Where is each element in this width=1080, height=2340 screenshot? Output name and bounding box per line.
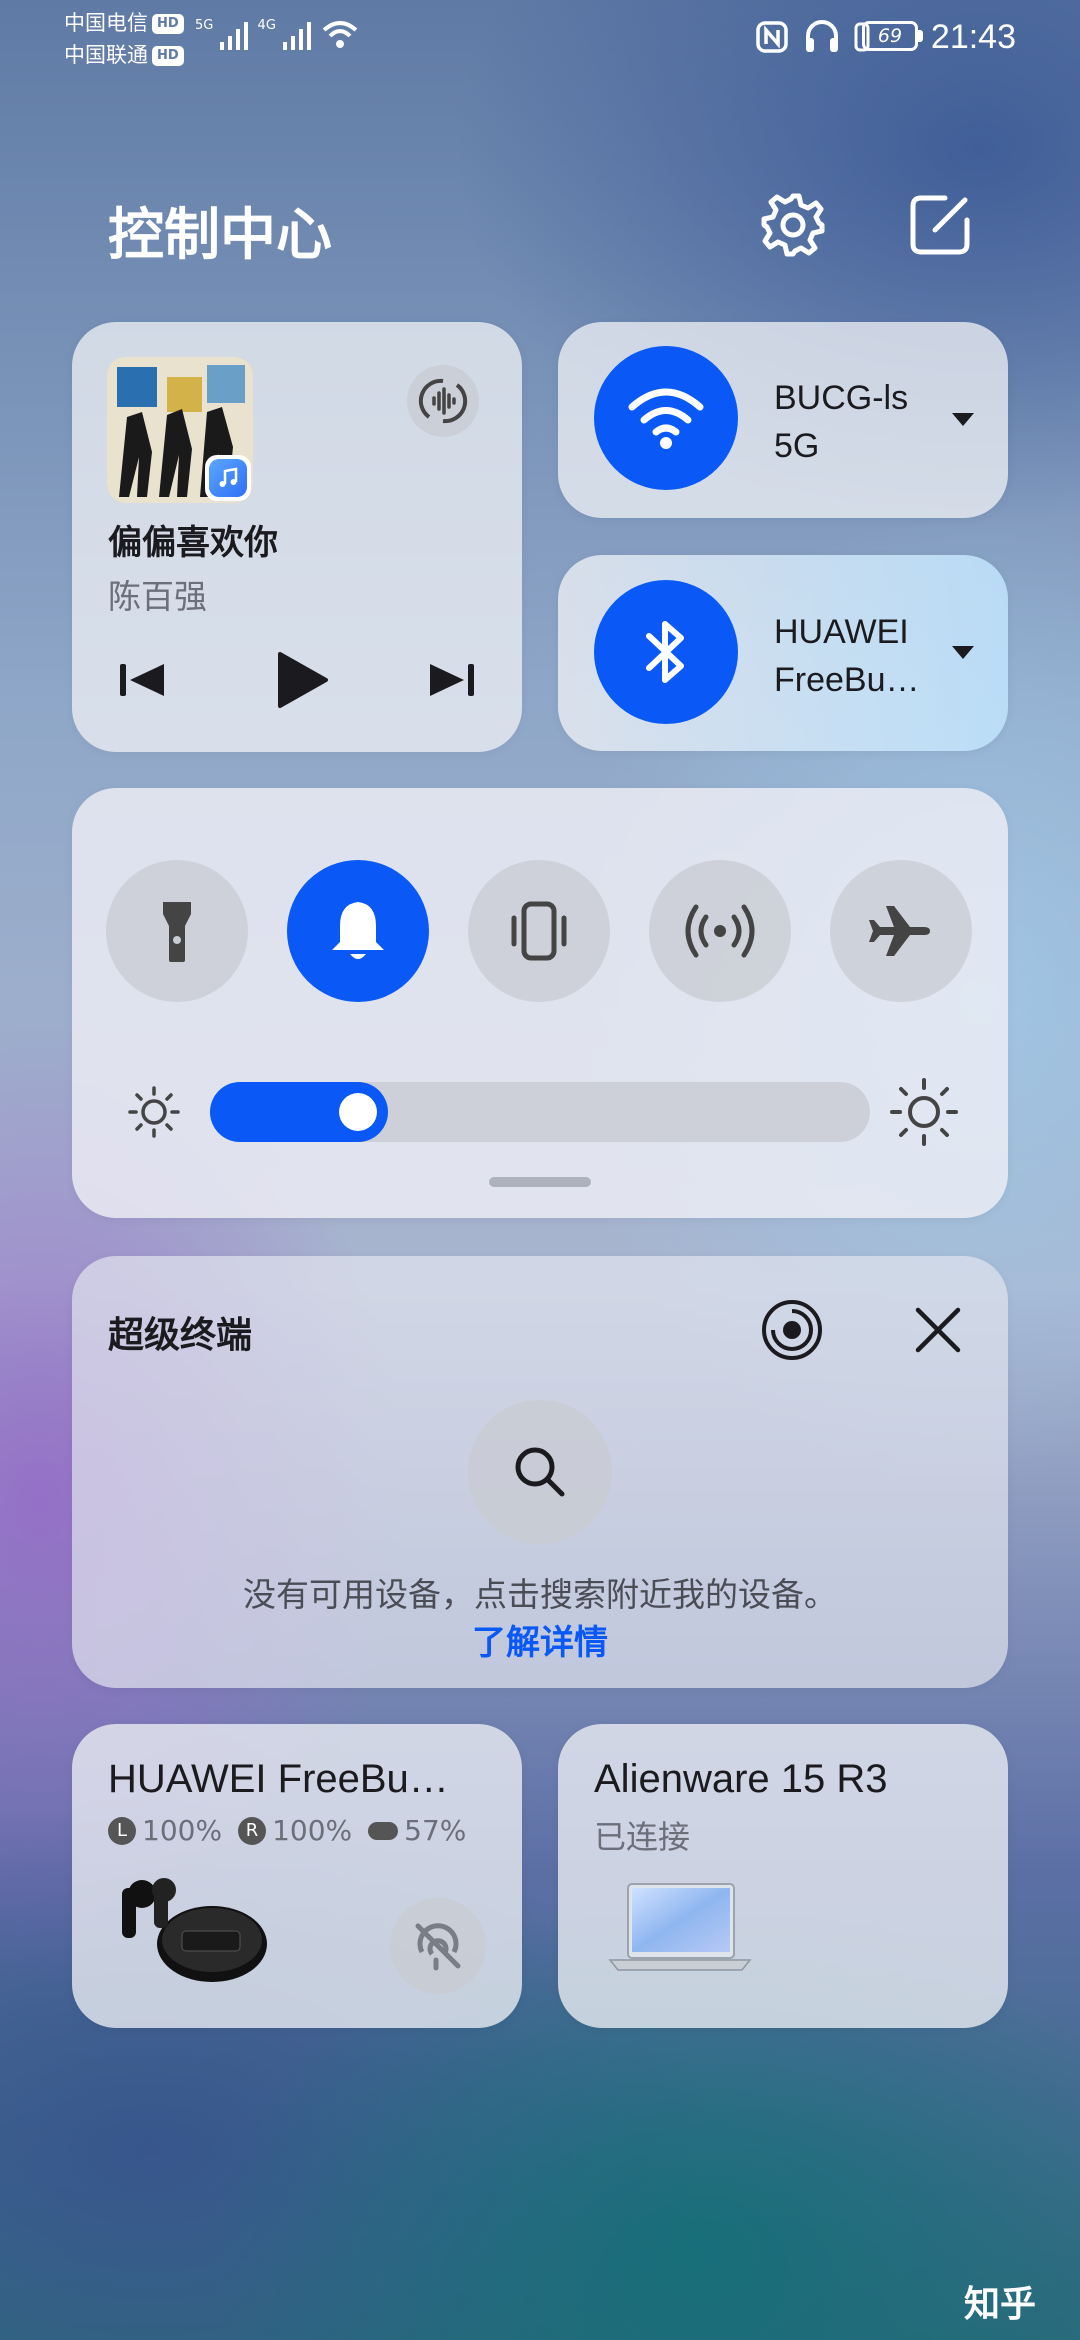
no-device-hint: 没有可用设备，点击搜索附近我的设备。	[243, 1575, 837, 1614]
quick-toggles-card	[72, 788, 1008, 1218]
signal-icon	[283, 22, 311, 50]
wifi-name: BUCG-ls 5G	[774, 374, 908, 470]
left-earbud-battery: 100%	[142, 1814, 223, 1847]
brightness-slider[interactable]	[210, 1082, 870, 1142]
search-icon	[515, 1447, 565, 1497]
song-title: 偏偏喜欢你	[108, 523, 278, 563]
close-button[interactable]	[906, 1298, 970, 1362]
case-icon	[368, 1821, 399, 1840]
wifi-status-icon	[322, 21, 358, 48]
carrier-1: 中国电信 HD	[64, 8, 184, 38]
scan-button[interactable]	[757, 1295, 827, 1365]
left-earbud-icon: L	[108, 1816, 136, 1845]
battery-tip	[918, 30, 923, 42]
noise-cancel-button[interactable]	[390, 1898, 486, 1994]
skip-next-icon	[430, 664, 474, 696]
bluetooth-name-line1: HUAWEI	[774, 613, 909, 651]
hotspot-icon	[685, 904, 755, 958]
watermark: 知乎	[963, 2284, 1036, 2325]
super-device-title: 超级终端	[108, 1315, 253, 1356]
wifi-icon	[628, 388, 704, 449]
status-time: 21:43	[930, 18, 1016, 56]
carrier-2: 中国联通 HD	[64, 40, 184, 70]
edit-button[interactable]	[905, 190, 975, 260]
edit-icon	[910, 195, 970, 255]
expand-handle[interactable]	[489, 1177, 591, 1187]
bluetooth-name-line2: FreeBu…	[774, 661, 920, 699]
sound-toggle[interactable]	[287, 860, 429, 1002]
vibrate-icon	[511, 901, 567, 961]
bluetooth-expand-button[interactable]	[948, 637, 978, 667]
brightness-slider-knob[interactable]	[339, 1093, 377, 1131]
play-icon	[278, 652, 328, 708]
settings-button[interactable]	[758, 190, 828, 260]
close-icon	[915, 1307, 961, 1353]
song-artist: 陈百强	[108, 577, 207, 616]
next-button[interactable]	[424, 652, 480, 708]
laptop-status: 已连接	[594, 1818, 691, 1856]
hd-badge: HD	[152, 46, 184, 66]
battery-indicator: 69	[862, 21, 918, 51]
carrier-1-label: 中国电信	[64, 11, 148, 35]
music-app-badge	[205, 455, 251, 501]
learn-more-link[interactable]: 了解详情	[472, 1623, 608, 1663]
laptop-image	[600, 1878, 760, 1988]
brightness-high-icon	[888, 1076, 960, 1148]
carrier-2-label: 中国联通	[64, 43, 148, 67]
battery-level: 69	[877, 25, 903, 47]
play-button[interactable]	[272, 648, 332, 712]
earbuds-battery-row: L 100% R 100% 57%	[108, 1814, 466, 1847]
bluetooth-device-name: HUAWEI FreeBu…	[774, 608, 920, 704]
skip-previous-icon	[120, 664, 164, 696]
vibrate-toggle[interactable]	[468, 860, 610, 1002]
page-title: 控制中心	[108, 203, 332, 268]
wifi-toggle[interactable]	[594, 346, 738, 490]
airplane-icon	[869, 906, 930, 956]
bell-icon	[332, 902, 384, 959]
music-app-badge-inner	[209, 459, 247, 497]
audio-wave-icon	[418, 378, 468, 424]
brightness-low-icon	[126, 1084, 182, 1140]
earbuds-name: HUAWEI FreeBu…	[108, 1757, 449, 1801]
earbuds-image	[112, 1876, 272, 1986]
bluetooth-icon	[646, 621, 684, 683]
music-note-icon	[219, 467, 238, 487]
hd-badge: HD	[152, 14, 184, 34]
noise-cancel-off-icon	[415, 1923, 461, 1971]
flashlight-toggle[interactable]	[106, 860, 248, 1002]
search-devices-button[interactable]	[468, 1400, 612, 1544]
flashlight-icon	[163, 902, 191, 962]
airplane-toggle[interactable]	[830, 860, 972, 1002]
audio-output-button[interactable]	[407, 365, 479, 437]
net-type-2: 4G	[257, 18, 276, 33]
bluetooth-toggle[interactable]	[594, 580, 738, 724]
status-icons-right	[755, 20, 873, 58]
previous-button[interactable]	[114, 652, 170, 708]
wifi-expand-button[interactable]	[948, 404, 978, 434]
headphones-icon	[806, 20, 839, 52]
caret-down-icon	[952, 413, 974, 426]
wifi-name-line1: BUCG-ls	[774, 379, 909, 417]
wifi-name-line2: 5G	[774, 427, 820, 465]
right-earbud-battery: 100%	[272, 1814, 353, 1847]
caret-down-icon	[952, 646, 974, 659]
gear-icon	[761, 193, 825, 257]
case-battery: 57%	[404, 1814, 467, 1847]
net-type-1: 5G	[195, 18, 214, 33]
hotspot-toggle[interactable]	[649, 860, 791, 1002]
learn-more-link-wrap: 了解详情	[0, 1615, 1080, 1664]
nfc-icon	[756, 21, 788, 53]
radar-icon	[762, 1300, 822, 1360]
right-earbud-icon: R	[238, 1816, 267, 1845]
laptop-name: Alienware 15 R3	[594, 1757, 888, 1801]
signal-indicators: 5G 4G	[195, 18, 360, 52]
signal-icon	[220, 22, 249, 50]
